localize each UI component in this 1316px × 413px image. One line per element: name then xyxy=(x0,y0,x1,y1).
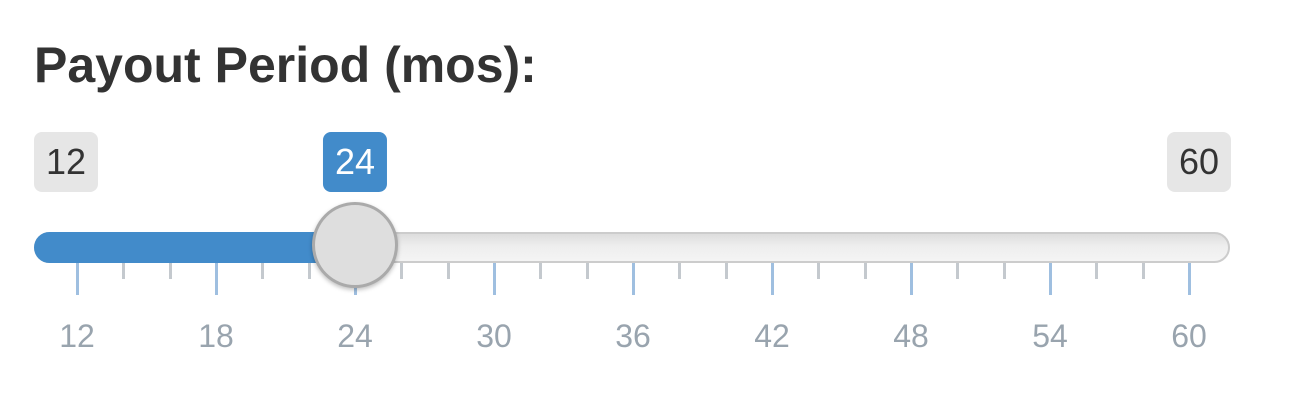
minor-tick xyxy=(261,263,265,279)
minor-tick xyxy=(956,263,960,279)
minor-tick xyxy=(585,263,589,279)
major-tick xyxy=(493,263,496,295)
minor-tick xyxy=(1095,263,1099,279)
major-tick xyxy=(632,263,635,295)
tick-label: 54 xyxy=(1032,318,1068,354)
minor-tick xyxy=(122,263,126,279)
tick-label: 18 xyxy=(198,318,234,354)
tick-label: 60 xyxy=(1171,318,1207,354)
slider-fill xyxy=(34,232,355,263)
tick-label: 48 xyxy=(893,318,929,354)
tick-label: 24 xyxy=(337,318,373,354)
current-value-badge: 24 xyxy=(322,132,388,192)
slider-handle[interactable] xyxy=(312,202,398,288)
payout-period-slider[interactable]: 12 60 24 12 18 24 30 36 42 48 54 60 xyxy=(0,0,1316,413)
tick-label: 12 xyxy=(59,318,95,354)
major-tick xyxy=(1188,263,1191,295)
minor-tick xyxy=(446,263,450,279)
minor-tick xyxy=(724,263,728,279)
minor-tick xyxy=(307,263,311,279)
min-value-badge: 12 xyxy=(34,132,99,192)
tick-label: 36 xyxy=(615,318,651,354)
minor-tick xyxy=(863,263,867,279)
max-value-badge: 60 xyxy=(1166,132,1231,192)
major-tick xyxy=(771,263,774,295)
minor-tick xyxy=(168,263,172,279)
major-tick xyxy=(1049,263,1052,295)
tick-label: 42 xyxy=(754,318,790,354)
minor-tick xyxy=(539,263,543,279)
major-tick xyxy=(76,263,79,295)
minor-tick xyxy=(1141,263,1145,279)
tick-label: 30 xyxy=(476,318,512,354)
minor-tick xyxy=(678,263,682,279)
minor-tick xyxy=(817,263,821,279)
minor-tick xyxy=(1002,263,1006,279)
major-tick xyxy=(910,263,913,295)
minor-tick xyxy=(400,263,404,279)
major-tick xyxy=(215,263,218,295)
